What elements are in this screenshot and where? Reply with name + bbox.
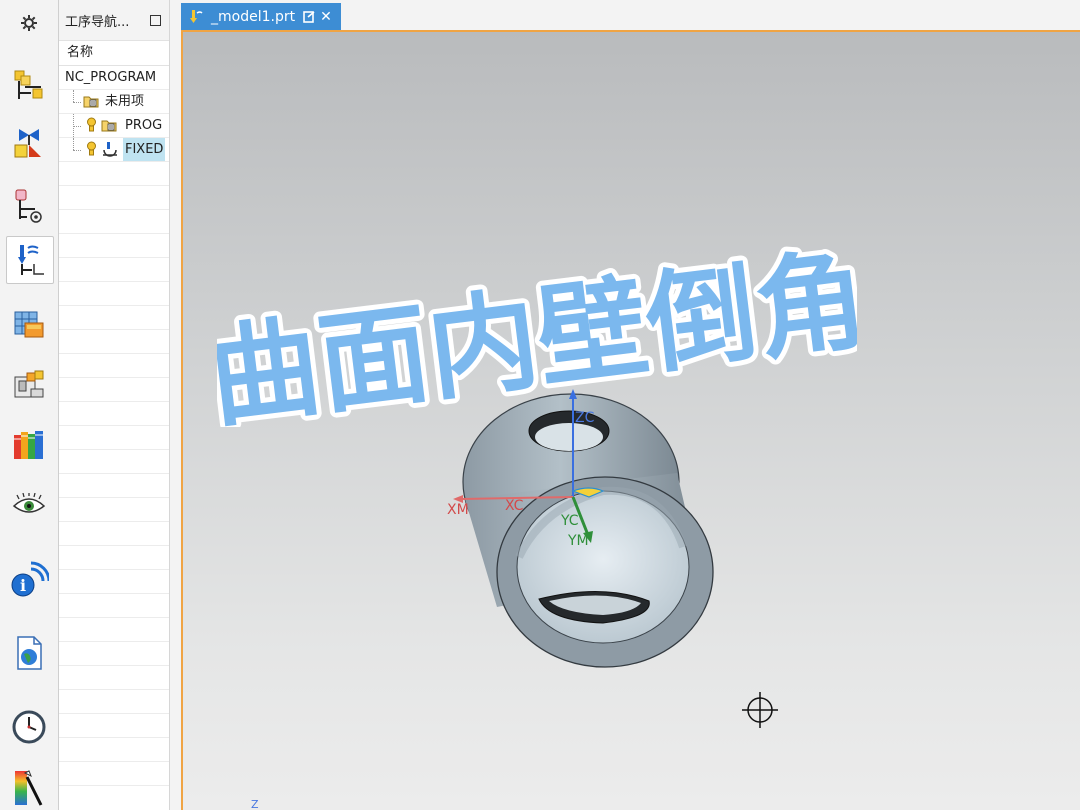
empty-row (59, 498, 169, 522)
navigator-title: 工序导航... (65, 14, 130, 30)
axis-label-xc: XC (505, 498, 524, 514)
reuse-library-icon[interactable] (6, 422, 52, 468)
web-browser-icon[interactable] (6, 630, 52, 676)
operation-navigator-icon[interactable] (6, 236, 54, 284)
empty-row (59, 546, 169, 570)
empty-row (59, 618, 169, 642)
empty-row (59, 714, 169, 738)
empty-row (59, 282, 169, 306)
empty-row (59, 666, 169, 690)
cam-part-icon (190, 9, 203, 23)
column-header-name[interactable]: 名称 (59, 40, 169, 66)
maximize-icon[interactable] (150, 14, 161, 26)
axis-label-xm: XM (447, 502, 469, 518)
status-lightbulb-icon (87, 141, 96, 156)
tab-model1-prt[interactable]: _model1.prt ✕ (181, 3, 341, 30)
empty-row (59, 690, 169, 714)
overlay-title-label: 曲面内壁倒角 (217, 237, 857, 427)
machining-method-icon[interactable] (6, 302, 52, 348)
empty-row (59, 450, 169, 474)
empty-row (59, 402, 169, 426)
navigator-header: 工序导航... (59, 0, 169, 40)
empty-row (59, 378, 169, 402)
empty-row (59, 354, 169, 378)
color-palette-icon[interactable] (6, 764, 52, 810)
tree-node-prog[interactable]: PROG (59, 114, 169, 138)
empty-row (59, 594, 169, 618)
settings-gear-icon[interactable] (6, 0, 52, 46)
view-triad-label: Z (251, 798, 259, 810)
empty-row (59, 762, 169, 786)
program-folder-icon (83, 96, 99, 108)
empty-row (59, 186, 169, 210)
document-tab-bar: _model1.prt ✕ (181, 0, 1080, 32)
machine-tool-navigator-icon[interactable] (6, 362, 52, 408)
close-icon[interactable]: ✕ (320, 9, 332, 25)
empty-row (59, 570, 169, 594)
empty-row (59, 426, 169, 450)
tab-restore-icon[interactable] (303, 10, 315, 23)
navigator-tree: NC_PROGRAM 未用项 PROG FIXED (59, 66, 169, 786)
machine-tool-view-icon[interactable] (6, 120, 52, 166)
tree-node-unused[interactable]: 未用项 (59, 90, 169, 114)
empty-row (59, 162, 169, 186)
tree-node-label: PROG (125, 118, 163, 133)
resource-bar: i (0, 0, 59, 810)
tree-node-label: 未用项 (105, 94, 145, 109)
tree-node-label: FIXED (123, 138, 166, 161)
overlay-title-text: 曲面内壁倒角 (217, 237, 857, 427)
program-folder-icon (101, 120, 117, 132)
axis-label-ym: YM (568, 533, 589, 549)
empty-row (59, 738, 169, 762)
operation-navigator-panel: 工序导航... 名称 NC_PROGRAM 未用项 PROG FIXED (59, 0, 170, 810)
crosshair-cursor-icon (742, 692, 778, 728)
information-icon[interactable]: i (6, 556, 52, 602)
axis-label-yc: YC (561, 513, 579, 529)
empty-row (59, 474, 169, 498)
graphics-viewport[interactable]: ZC XM XC YC YM 曲面内壁倒角 Z (181, 32, 1080, 810)
geometry-view-icon[interactable] (6, 182, 52, 228)
tree-node-nc-program[interactable]: NC_PROGRAM (59, 66, 169, 90)
panel-splitter[interactable] (170, 0, 181, 810)
tree-node-fixed[interactable]: FIXED (59, 138, 169, 162)
history-clock-icon[interactable] (6, 704, 52, 750)
empty-row (59, 642, 169, 666)
tree-node-label: NC_PROGRAM (65, 70, 157, 85)
empty-row (59, 330, 169, 354)
status-lightbulb-icon (87, 117, 96, 132)
fixed-axis-operation-icon (103, 142, 117, 157)
tab-label: _model1.prt (211, 8, 296, 25)
program-order-view-icon[interactable] (6, 62, 52, 108)
empty-row (59, 258, 169, 282)
empty-row (59, 210, 169, 234)
visibility-eye-icon[interactable] (6, 482, 52, 528)
empty-row (59, 306, 169, 330)
empty-row (59, 234, 169, 258)
svg-text:i: i (20, 576, 26, 595)
empty-row (59, 522, 169, 546)
